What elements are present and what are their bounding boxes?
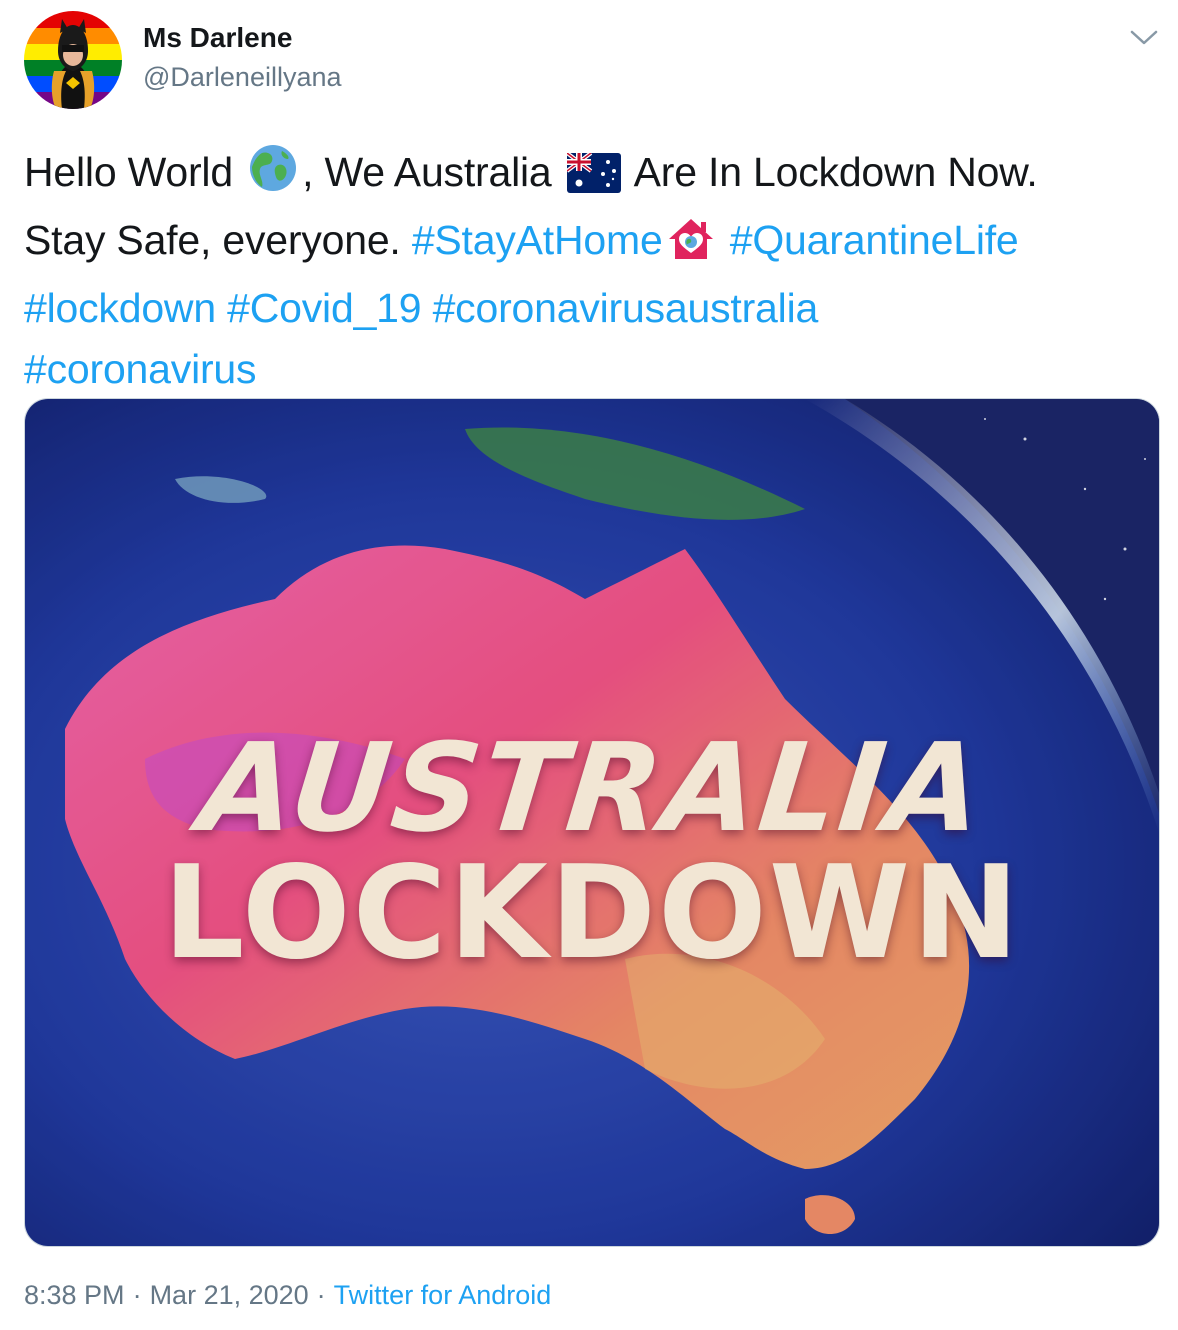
globe-emoji-icon xyxy=(248,143,298,210)
hashtag-stayathome[interactable]: #StayAtHome xyxy=(412,217,663,263)
author-handle[interactable]: @Darleneillyana xyxy=(143,62,342,93)
meta-separator: · xyxy=(316,1280,326,1310)
media-text-lockdown: LOCKDOWN xyxy=(162,839,1022,988)
tweet-image[interactable]: AUSTRALIA LOCKDOWN xyxy=(24,398,1160,1247)
tweet-text-segment: Hello World xyxy=(24,149,245,195)
tweet-text: Hello World , We Australia Are In Lockdo… xyxy=(24,142,1144,400)
australia-flag-emoji-icon xyxy=(565,149,621,210)
house-with-heart-emoji-icon xyxy=(667,217,715,278)
media-text-australia: AUSTRALIA xyxy=(193,717,991,859)
author-name[interactable]: Ms Darlene xyxy=(143,22,292,54)
avatar[interactable] xyxy=(24,11,122,109)
hashtag-coronavirus[interactable]: #coronavirus xyxy=(24,346,257,392)
rainbow-avatar-icon xyxy=(24,11,122,109)
tweet-text-segment: Are In Lockdown Now. xyxy=(624,149,1038,195)
tweet-text-segment: , We Australia xyxy=(302,149,563,195)
tweet-meta: 8:38 PM · Mar 21, 2020 · Twitter for Android xyxy=(24,1280,551,1311)
tweet-options-button[interactable] xyxy=(1128,24,1160,50)
hashtag-covid-19[interactable]: #Covid_19 xyxy=(227,285,421,331)
tweet-time[interactable]: 8:38 PM xyxy=(24,1280,125,1310)
chevron-down-icon xyxy=(1130,30,1158,45)
tweet-date[interactable]: Mar 21, 2020 xyxy=(150,1280,309,1310)
meta-separator: · xyxy=(132,1280,142,1310)
hashtag-coronavirusaustralia[interactable]: #coronavirusaustralia xyxy=(433,285,819,331)
hashtag-lockdown[interactable]: #lockdown xyxy=(24,285,216,331)
tweet-text-segment: Stay Safe, everyone. xyxy=(24,217,412,263)
tweet-line-2: Stay Safe, everyone. #StayAtHome #Quaran… xyxy=(24,210,1144,278)
tweet-line-4: #coronavirus xyxy=(24,339,1144,400)
hashtag-quarantinelife[interactable]: #QuarantineLife xyxy=(730,217,1019,263)
tweet-line-3: #lockdown #Covid_19 #coronavirusaustrali… xyxy=(24,278,1144,339)
tweet-source-link[interactable]: Twitter for Android xyxy=(334,1280,552,1310)
tweet-line-1: Hello World , We Australia Are In Lockdo… xyxy=(24,142,1144,210)
